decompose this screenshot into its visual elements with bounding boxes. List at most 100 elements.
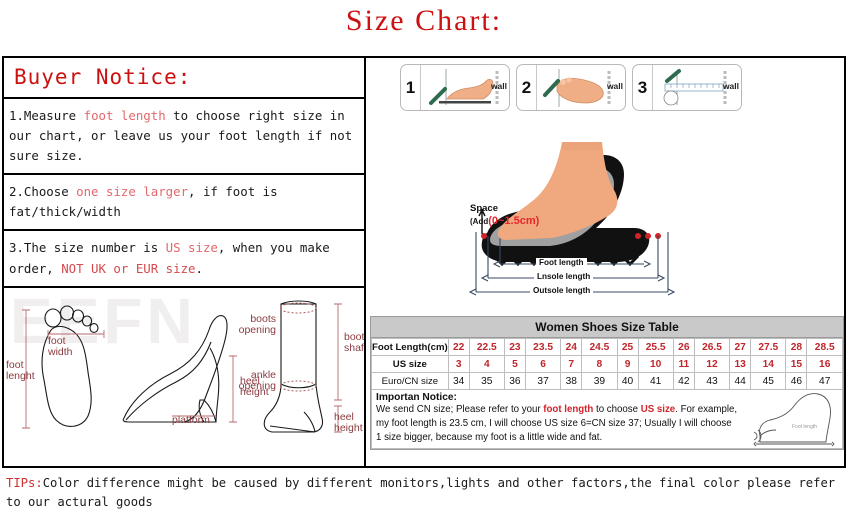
cell: 22.5 [468, 338, 505, 356]
cell: 45 [750, 372, 787, 390]
cell: 25 [616, 338, 639, 356]
label-foot-lenght: foot lenght [6, 358, 35, 383]
size-table-grid: Foot Length(cm) 22 22.5 23 23.5 24 24.5 … [371, 338, 843, 450]
cell: 23.5 [524, 338, 562, 356]
tips-label: TIPs: [6, 476, 43, 490]
step-2-number: 2 [517, 65, 537, 110]
label-platform: platform [172, 413, 210, 426]
cell: 41 [637, 372, 674, 390]
cell: 13 [729, 355, 752, 373]
step-2: 2 wall [516, 64, 626, 111]
label-foot-width: foot width [48, 334, 73, 359]
tips-text: TIPs:Color difference might be caused by… [6, 474, 842, 512]
cell: 38 [560, 372, 583, 390]
cell: 46 [785, 372, 808, 390]
right-column: 1 wall 2 wall 3 wall Space (Add(0~1.5cm)… [366, 58, 844, 466]
tips-body: Color difference might be caused by diff… [6, 476, 836, 509]
notice-3-pre: 3.The size number is [9, 240, 166, 256]
table-row-foot-length: Foot Length(cm) 22 22.5 23 23.5 24 24.5 … [371, 338, 843, 356]
step-1-wall-label: wall [490, 81, 507, 91]
cell: 47 [806, 372, 843, 390]
cell: 3 [447, 355, 470, 373]
step-3-illustration: wall [653, 65, 741, 110]
cell: 5 [503, 355, 526, 373]
space-add-value: (0~1.5cm) [488, 214, 540, 227]
step-3-number: 3 [633, 65, 653, 110]
space-label-text: Space [470, 203, 498, 214]
cell: 35 [468, 372, 505, 390]
cell: 12 [693, 355, 731, 373]
size-table-title: Women Shoes Size Table [371, 317, 843, 338]
cell: 27.5 [750, 338, 787, 356]
page-title: Size Chart: [345, 4, 503, 37]
important-notice-cell: Importan Notice: We send CN size; Please… [371, 388, 843, 450]
cell: 4 [468, 355, 505, 373]
cell: 26.5 [693, 338, 731, 356]
notice-item-1: 1.Measure foot length to choose right si… [4, 99, 364, 176]
label-boots-shaft: bootsshaft [344, 330, 364, 355]
cell: 25.5 [637, 338, 674, 356]
cell: 22 [447, 338, 470, 356]
dim-outsole-length: Outsole length [530, 286, 594, 295]
cell: 8 [581, 355, 618, 373]
size-chart-page: Size Chart: Buyer Notice: 1.Measure foot… [0, 0, 848, 512]
step-1-illustration: wall [421, 65, 509, 110]
space-label: Space (Add(0~1.5cm) [470, 203, 540, 228]
label-heel-height-boot: heel height [334, 410, 363, 435]
step-2-illustration: wall [537, 65, 625, 110]
cell: 15 [785, 355, 808, 373]
step-1-number: 1 [401, 65, 421, 110]
cell: 28 [785, 338, 808, 356]
cell: 10 [637, 355, 674, 373]
notice-3-highlight-2: NOT UK or EUR size [61, 260, 196, 276]
cell: 6 [524, 355, 562, 373]
table-row-euro-cn-size: Euro/CN size 34 35 36 37 38 39 40 41 42 … [371, 372, 843, 390]
cell: 37 [524, 372, 562, 390]
step-3-wall-label: wall [722, 81, 739, 91]
cell: 44 [729, 372, 752, 390]
notice-3-post-2: . [195, 260, 203, 276]
row-header-us-size: US size [371, 355, 449, 373]
cell: 28.5 [806, 338, 843, 356]
cell: 7 [560, 355, 583, 373]
label-boots-opening: boots opening [238, 312, 276, 337]
imp-1c: to choose [593, 404, 641, 415]
dim-insole-length: Lnsole length [534, 272, 594, 281]
measure-steps: 1 wall 2 wall 3 wall [400, 64, 742, 111]
cell: 23 [503, 338, 526, 356]
label-ankle-opening: ankle opening [238, 368, 276, 393]
cell: 9 [616, 355, 639, 373]
left-column: Buyer Notice: 1.Measure foot length to c… [4, 58, 366, 466]
shoe-measurement-diagrams: EEFN foot lenght foot width heel height … [4, 287, 364, 448]
notice-2-highlight: one size larger [76, 184, 189, 200]
cell: 34 [447, 372, 470, 390]
imp-foot-length: foot length [543, 404, 594, 415]
table-row-us-size: US size 3 4 5 6 7 8 9 10 11 12 13 14 15 … [371, 355, 843, 373]
main-frame: Buyer Notice: 1.Measure foot length to c… [2, 56, 846, 468]
cell: 26 [672, 338, 695, 356]
step-3: 3 wall [632, 64, 742, 111]
imp-1e: . For example, [675, 404, 738, 415]
foot-measurement-illustration: Space (Add(0~1.5cm) Foot length Lnsole l… [366, 116, 844, 357]
buyer-notice-box: Buyer Notice: 1.Measure foot length to c… [4, 58, 364, 288]
row-header-euro-cn: Euro/CN size [371, 372, 449, 390]
cell: 39 [581, 372, 618, 390]
cell: 24.5 [581, 338, 618, 356]
cell: 24 [560, 338, 583, 356]
cell: 16 [806, 355, 843, 373]
notice-item-2: 2.Choose one size larger, if foot is fat… [4, 175, 364, 232]
cell: 27 [729, 338, 752, 356]
step-1: 1 wall [400, 64, 510, 111]
notice-3-highlight: US size [165, 240, 218, 256]
size-table: Women Shoes Size Table Foot Length(cm) 2… [370, 316, 844, 451]
row-header-foot-length: Foot Length(cm) [371, 338, 449, 356]
notice-item-3: 3.The size number is US size, when you m… [4, 231, 364, 285]
dim-foot-length: Foot length [536, 258, 587, 267]
imp-1a: We send CN size; Please refer to your [376, 404, 544, 415]
table-row-important-notice: Importan Notice: We send CN size; Please… [371, 388, 843, 450]
space-add-prefix: (Add [470, 216, 489, 226]
cell: 14 [750, 355, 787, 373]
buyer-notice-heading: Buyer Notice: [4, 58, 364, 99]
cell: 11 [672, 355, 695, 373]
foot-outline-icon: Foot length [753, 393, 835, 447]
